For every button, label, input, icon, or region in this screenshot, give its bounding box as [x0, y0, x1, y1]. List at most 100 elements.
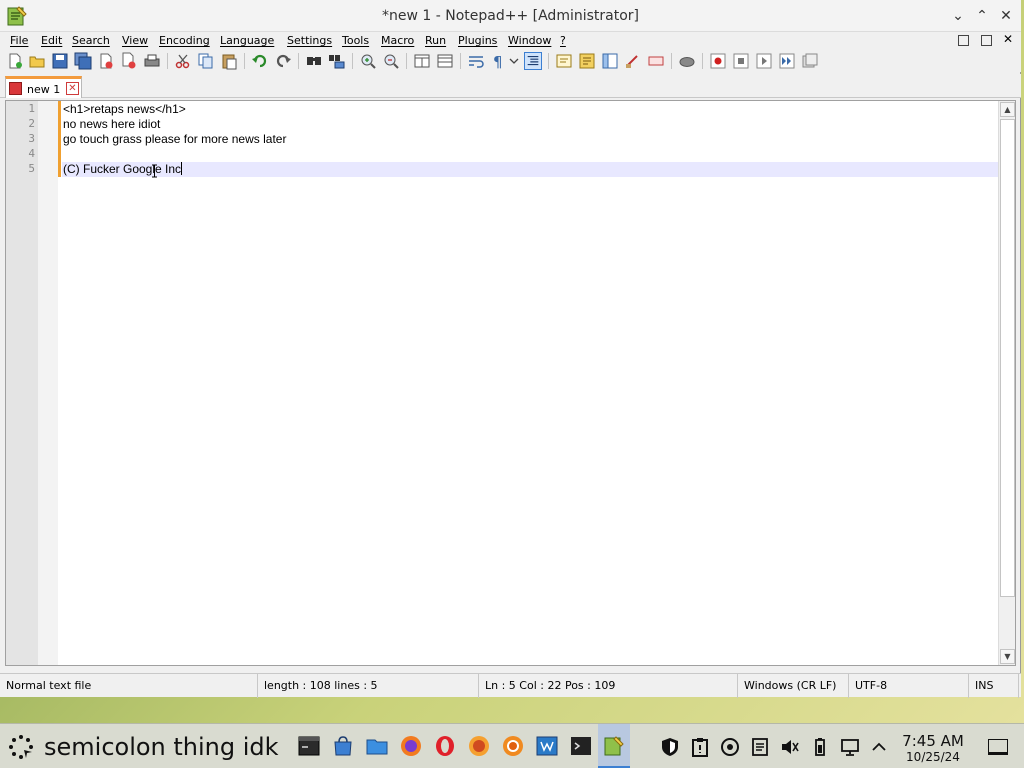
- doc-minimize-button[interactable]: [958, 35, 969, 46]
- cloud-icon[interactable]: [678, 52, 696, 70]
- text-caret: [181, 162, 183, 175]
- editor-line[interactable]: <h1>retaps news</h1>: [62, 102, 1000, 117]
- paste-icon[interactable]: [220, 52, 238, 70]
- function-list-icon[interactable]: [601, 52, 619, 70]
- menu-run[interactable]: Run: [425, 34, 446, 47]
- sync-horizontal-icon[interactable]: [436, 52, 454, 70]
- show-all-chars-icon[interactable]: ¶: [490, 52, 508, 70]
- chevron-up-icon[interactable]: [869, 737, 889, 757]
- sync-vertical-icon[interactable]: [413, 52, 431, 70]
- editor-line[interactable]: [62, 147, 1000, 162]
- scroll-up-icon[interactable]: ▲: [1000, 102, 1015, 117]
- toolbar-separator: [702, 53, 703, 69]
- console-icon[interactable]: [570, 735, 592, 757]
- monitoring-icon[interactable]: [647, 52, 665, 70]
- run-macro-multiple-icon[interactable]: [778, 52, 796, 70]
- menu-plugins[interactable]: Plugins: [458, 34, 497, 47]
- menu-window[interactable]: Window: [508, 34, 551, 47]
- taskbar: semicolon thing idk 7:45 AM 10/25/24: [0, 723, 1024, 768]
- copy-icon[interactable]: [197, 52, 215, 70]
- vertical-scrollbar[interactable]: ▲ ▼: [998, 101, 1015, 665]
- app-window-icon[interactable]: [536, 735, 558, 757]
- maximize-button[interactable]: ⌃: [972, 6, 992, 26]
- opera-icon[interactable]: [434, 735, 456, 757]
- tab-close-icon[interactable]: ✕: [66, 82, 79, 95]
- menu-tools[interactable]: Tools: [342, 34, 369, 47]
- tab-new-1[interactable]: new 1 ✕: [5, 76, 82, 98]
- clipboard-icon[interactable]: [690, 737, 710, 757]
- replace-icon[interactable]: [328, 52, 346, 70]
- word-wrap-icon[interactable]: [467, 52, 485, 70]
- toolbar-separator: [167, 53, 168, 69]
- editor-line[interactable]: go touch grass please for more news late…: [62, 132, 1000, 147]
- terminal-icon[interactable]: [298, 735, 320, 757]
- cut-icon[interactable]: [174, 52, 192, 70]
- status-insert-mode[interactable]: INS: [969, 674, 1019, 698]
- notes-icon[interactable]: [750, 737, 770, 757]
- scrollbar-thumb[interactable]: [1000, 119, 1015, 597]
- notepadpp-icon[interactable]: [603, 735, 625, 757]
- stop-macro-icon[interactable]: [732, 52, 750, 70]
- update-icon[interactable]: [720, 737, 740, 757]
- user-language-icon[interactable]: [555, 52, 573, 70]
- network-icon[interactable]: [840, 737, 860, 757]
- editor-line[interactable]: no news here idiot: [62, 117, 1000, 132]
- scroll-down-icon[interactable]: ▼: [1000, 649, 1015, 664]
- save-all-icon[interactable]: [74, 52, 92, 70]
- battery-icon[interactable]: [810, 737, 830, 757]
- editor-area[interactable]: 1 2 3 4 5 <h1>retaps news</h1> no news h…: [5, 100, 1016, 666]
- zoom-in-icon[interactable]: [359, 52, 377, 70]
- minimize-button[interactable]: ⌄: [948, 6, 968, 26]
- undo-icon[interactable]: [251, 52, 269, 70]
- menu-macro[interactable]: Macro: [381, 34, 414, 47]
- new-file-icon[interactable]: [6, 52, 24, 70]
- doc-close-button[interactable]: ✕: [1003, 33, 1014, 45]
- menu-edit[interactable]: Edit: [41, 34, 62, 47]
- menu-view[interactable]: View: [122, 34, 148, 47]
- zoom-out-icon[interactable]: [382, 52, 400, 70]
- ibeam-cursor-icon: [152, 164, 157, 178]
- volume-muted-icon[interactable]: [780, 737, 800, 757]
- firefox-icon[interactable]: [400, 735, 422, 757]
- shield-icon[interactable]: [660, 737, 680, 757]
- play-macro-icon[interactable]: [755, 52, 773, 70]
- firefox-alt-icon[interactable]: [468, 735, 490, 757]
- editor-line-current[interactable]: (C) Fucker Google Inc: [62, 162, 1000, 177]
- chevron-down-icon[interactable]: [508, 52, 520, 70]
- save-icon[interactable]: [51, 52, 69, 70]
- doc-map-icon[interactable]: [578, 52, 596, 70]
- menu-encoding[interactable]: Encoding: [159, 34, 210, 47]
- menu-help[interactable]: ?: [560, 34, 566, 47]
- close-all-icon[interactable]: [120, 52, 138, 70]
- find-icon[interactable]: [305, 52, 323, 70]
- close-icon[interactable]: [97, 52, 115, 70]
- open-file-icon[interactable]: [28, 52, 46, 70]
- toolbar-separator: [406, 53, 407, 69]
- close-button[interactable]: ✕: [996, 6, 1016, 26]
- status-eol[interactable]: Windows (CR LF): [738, 674, 849, 698]
- line-number: 5: [28, 162, 35, 175]
- file-manager-icon[interactable]: [366, 735, 388, 757]
- clock-time[interactable]: 7:45 AM: [893, 732, 973, 750]
- fold-margin[interactable]: [38, 101, 58, 665]
- toolbar: ¶: [0, 50, 1021, 72]
- status-encoding[interactable]: UTF-8: [849, 674, 969, 698]
- folder-workspace-icon[interactable]: [624, 52, 642, 70]
- app-launcher-icon: [9, 735, 33, 759]
- print-icon[interactable]: [143, 52, 161, 70]
- menu-search[interactable]: Search: [72, 34, 110, 47]
- menu-settings[interactable]: Settings: [287, 34, 332, 47]
- record-macro-icon[interactable]: [709, 52, 727, 70]
- menu-language[interactable]: Language: [220, 34, 274, 47]
- clock-date[interactable]: 10/25/24: [893, 750, 973, 764]
- store-icon[interactable]: [332, 735, 354, 757]
- title-bar[interactable]: *new 1 - Notepad++ [Administrator] ⌄ ⌃ ✕: [0, 0, 1021, 32]
- doc-restore-button[interactable]: [981, 35, 992, 46]
- redo-icon[interactable]: [274, 52, 292, 70]
- browser-icon[interactable]: [502, 735, 524, 757]
- line-number: 3: [28, 132, 35, 145]
- menu-file[interactable]: File: [10, 34, 28, 47]
- indent-guide-icon[interactable]: [524, 52, 542, 70]
- show-desktop-button[interactable]: [988, 739, 1008, 755]
- save-macro-icon[interactable]: [801, 52, 819, 70]
